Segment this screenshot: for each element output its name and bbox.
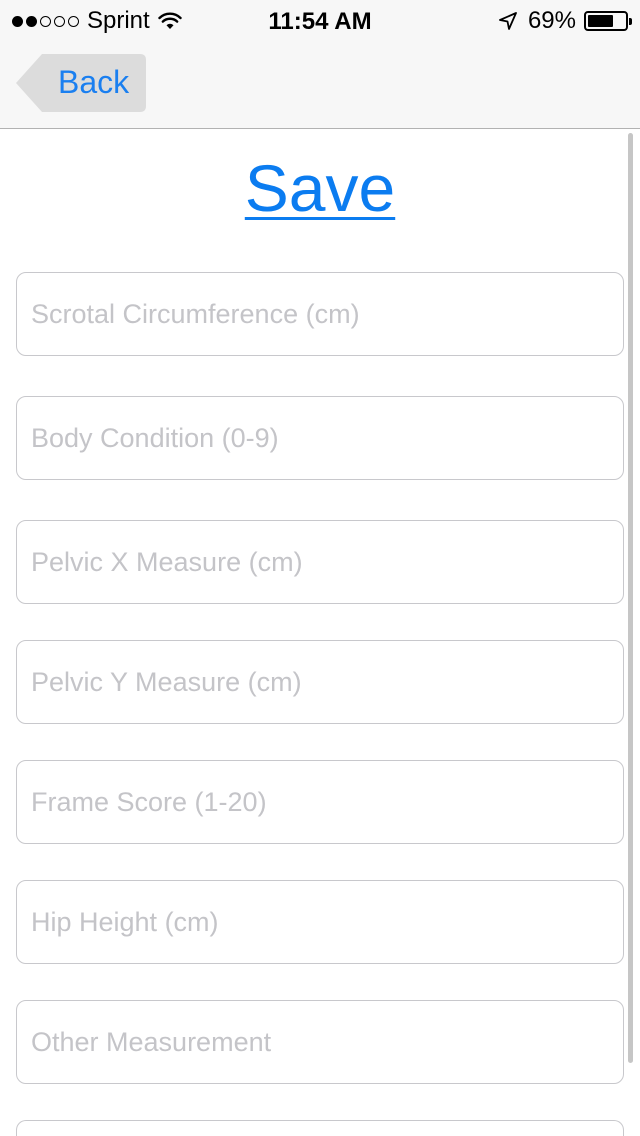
next-field-input[interactable] <box>16 1120 624 1136</box>
scrollbar[interactable] <box>628 133 633 1063</box>
hip-height-input[interactable] <box>16 880 624 964</box>
pelvic-y-measure-input[interactable] <box>16 640 624 724</box>
battery-icon <box>584 11 632 31</box>
scrotal-circumference-input[interactable] <box>16 272 624 356</box>
back-button-label: Back <box>58 64 130 100</box>
navigation-bar: Back <box>0 40 640 129</box>
battery-tip <box>629 18 632 25</box>
frame-score-input[interactable] <box>16 760 624 844</box>
pelvic-x-measure-input[interactable] <box>16 520 624 604</box>
location-arrow-icon <box>499 12 517 30</box>
status-bar: Sprint 11:54 AM 69% <box>0 0 640 40</box>
save-link-row: Save <box>0 150 640 226</box>
back-button[interactable]: Back <box>16 54 146 112</box>
battery-percent: 69% <box>527 7 576 34</box>
body-condition-input[interactable] <box>16 396 624 480</box>
right-status-group: 69% <box>498 7 632 34</box>
save-link[interactable]: Save <box>245 151 395 225</box>
other-measurement-input[interactable] <box>16 1000 624 1084</box>
battery-fill <box>588 15 613 27</box>
